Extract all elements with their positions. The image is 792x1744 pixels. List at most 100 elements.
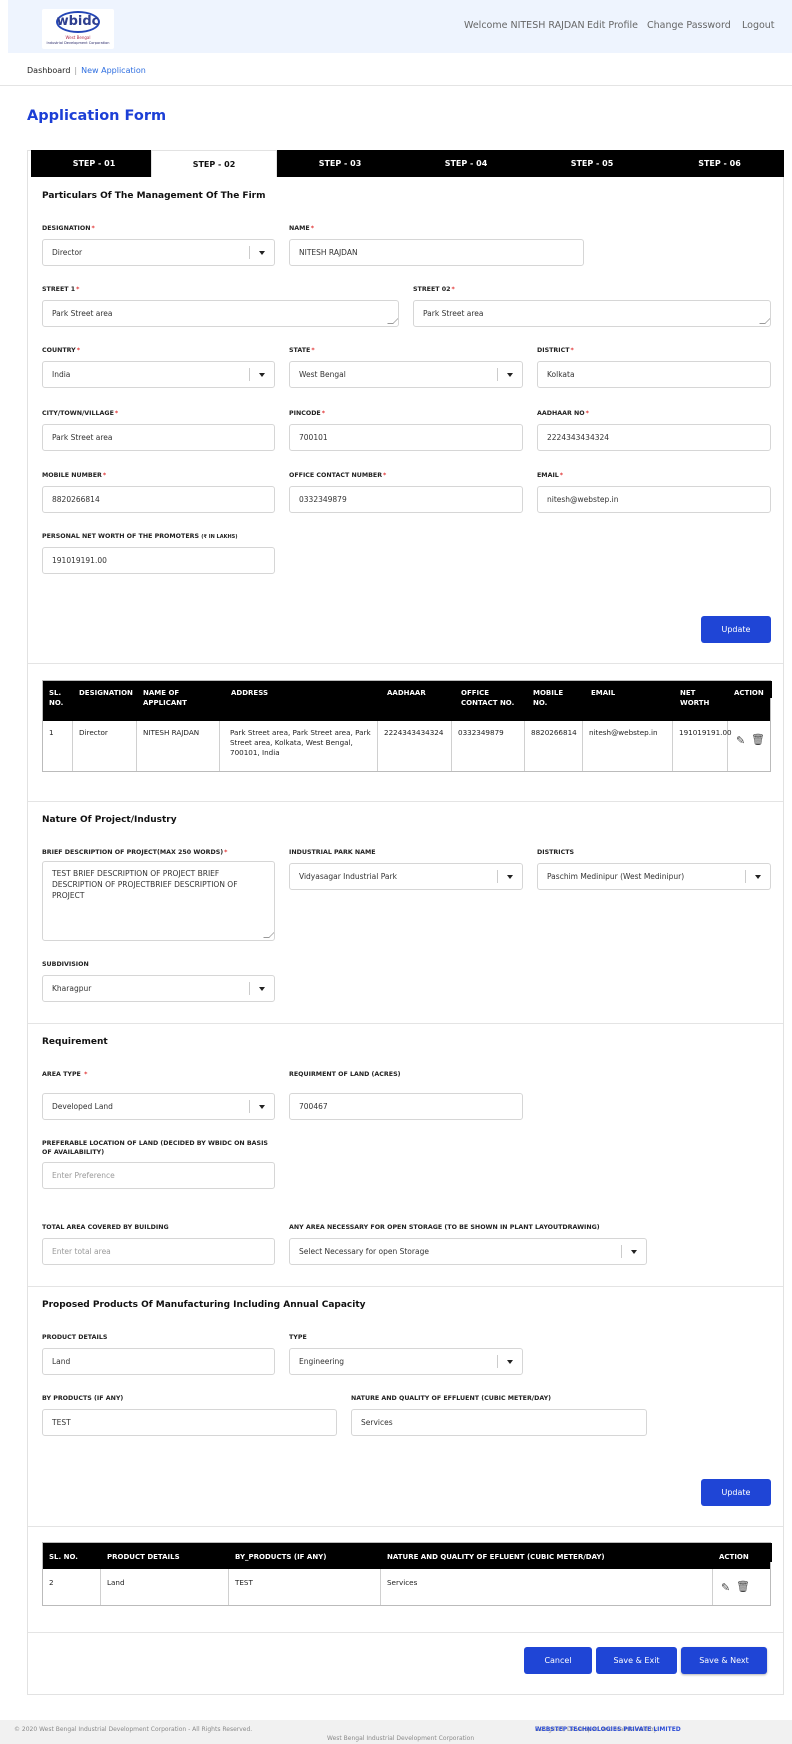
col-action: ACTION [728, 681, 772, 698]
top-header: wbidc West Bengal Industrial Development… [8, 0, 792, 53]
tab-step-01[interactable]: STEP - 01 [31, 150, 157, 177]
divider [28, 1526, 783, 1527]
logo-subtitle-2: Industrial Development Corporation [46, 41, 110, 45]
city-input[interactable]: Park Street area [42, 424, 275, 451]
type-label: TYPE [289, 1334, 307, 1341]
effluent-input[interactable]: Services [351, 1409, 647, 1436]
networth-input[interactable]: 191019191.00 [42, 547, 275, 574]
street1-label: STREET 1* [42, 286, 80, 293]
name-input[interactable]: NITESH RAJDAN [289, 239, 584, 266]
tab-step-04[interactable]: STEP - 04 [403, 150, 529, 177]
land-requirement-label: REQUIRMENT OF LAND (ACRES) [289, 1071, 401, 1078]
cell-product-details: Land [101, 1569, 229, 1605]
area-type-select[interactable]: Developed Land [42, 1093, 275, 1120]
divider [28, 1632, 783, 1633]
section-title-requirement: Requirement [42, 1037, 108, 1047]
preferable-location-label: PREFERABLE LOCATION OF LAND (DECIDED BY … [42, 1140, 268, 1156]
office-contact-input[interactable]: 0332349879 [289, 486, 523, 513]
col-sl-no: SL. NO. [43, 681, 73, 708]
cell-email: nitesh@webstep.in [583, 721, 673, 771]
col-action: ACTION [713, 1543, 772, 1562]
district-input[interactable]: Kolkata [537, 361, 771, 388]
wbidc-logo[interactable]: wbidc West Bengal Industrial Development… [42, 9, 114, 49]
state-select[interactable]: West Bengal [289, 361, 523, 388]
open-storage-select[interactable]: Select Necessary for open Storage [289, 1238, 647, 1265]
update-button[interactable]: Update [701, 1479, 771, 1506]
brief-description-label: BRIEF DESCRIPTION OF PROJECT(MAX 250 WOR… [42, 849, 228, 856]
product-details-input[interactable]: Land [42, 1348, 275, 1375]
tab-step-02[interactable]: STEP - 02 [151, 150, 277, 177]
street2-textarea[interactable]: Park Street area [413, 300, 771, 327]
chevron-down-icon [507, 373, 513, 377]
street1-textarea[interactable]: Park Street area [42, 300, 399, 327]
industrial-park-select[interactable]: Vidyasagar Industrial Park [289, 863, 523, 890]
mobile-input[interactable]: 8820266814 [42, 486, 275, 513]
brief-description-textarea[interactable]: TEST BRIEF DESCRIPTION OF PROJECT BRIEF … [42, 861, 275, 941]
country-select[interactable]: India [42, 361, 275, 388]
section-title-management: Particulars Of The Management Of The Fir… [42, 191, 266, 201]
total-area-input[interactable]: Enter total area [42, 1238, 275, 1265]
cell-net-worth: 191019191.00 [673, 721, 732, 771]
mobile-label: MOBILE NUMBER* [42, 472, 107, 479]
subdivision-select[interactable]: Kharagpur [42, 975, 275, 1002]
breadcrumb-current[interactable]: New Application [81, 66, 146, 75]
update-button[interactable]: Update [701, 616, 771, 643]
management-table: SL. NO. DESIGNATION NAME OF APPLICANT AD… [42, 680, 772, 772]
section-title-project: Nature Of Project/Industry [42, 815, 177, 825]
footer-center: West Bengal Industrial Development Corpo… [327, 1735, 475, 1742]
email-input[interactable]: nitesh@webstep.in [537, 486, 771, 513]
divider [28, 663, 783, 664]
divider [28, 1286, 783, 1287]
chevron-down-icon [259, 987, 265, 991]
state-label: STATE* [289, 347, 315, 354]
chevron-down-icon [259, 1105, 265, 1109]
land-requirement-input[interactable]: 700467 [289, 1093, 523, 1120]
save-exit-button[interactable]: Save & Exit [596, 1647, 677, 1674]
tab-step-05[interactable]: STEP - 05 [529, 150, 655, 177]
preferable-location-input[interactable]: Enter Preference [42, 1162, 275, 1189]
divider [28, 801, 783, 802]
industrial-park-label: INDUSTRIAL PARK NAME [289, 849, 376, 856]
designation-select[interactable]: Director [42, 239, 275, 266]
cell-designation: Director [73, 721, 137, 771]
col-effluent: NATURE AND QUALITY OF EFLUENT (CUBIC MET… [381, 1543, 713, 1562]
by-products-input[interactable]: TEST [42, 1409, 337, 1436]
col-product-details: PRODUCT DETAILS [101, 1543, 229, 1562]
change-password-link[interactable]: Change Password [647, 20, 731, 31]
street2-label: STREET 02* [413, 286, 455, 293]
districts-select[interactable]: Paschim Medinipur (West Medinipur) [537, 863, 771, 890]
cancel-button[interactable]: Cancel [524, 1647, 592, 1674]
welcome-text: Welcome NITESH RAJDAN [464, 20, 585, 31]
office-contact-label: OFFICE CONTACT NUMBER* [289, 472, 387, 479]
cell-address: Park Street area, Park Street area, Park… [220, 721, 378, 771]
breadcrumb: Dashboard | New Application [27, 66, 146, 75]
breadcrumb-separator: | [74, 66, 78, 75]
col-net-worth: NET WORTH [674, 681, 728, 708]
tab-step-06[interactable]: STEP - 06 [655, 150, 784, 177]
area-type-label: AREA TYPE * [42, 1071, 88, 1078]
footer-company-link[interactable]: WEBSTEP TECHNOLOGIES PRIVATE LIMITED [535, 1726, 681, 1733]
designation-label: DESIGNATION* [42, 225, 95, 232]
logout-link[interactable]: Logout [742, 20, 775, 31]
edit-icon[interactable]: ✎ [736, 734, 745, 747]
col-aadhaar: AADHAAR [381, 681, 451, 698]
save-next-button[interactable]: Save & Next [681, 1647, 767, 1674]
logo-subtitle: West Bengal [65, 35, 91, 40]
trash-icon[interactable]: 🗑 [736, 1580, 750, 1593]
edit-icon[interactable]: ✎ [721, 1581, 730, 1594]
aadhaar-input[interactable]: 2224343434324 [537, 424, 771, 451]
cell-effluent: Services [381, 1569, 713, 1605]
breadcrumb-dashboard[interactable]: Dashboard [27, 66, 70, 75]
divider [0, 85, 792, 86]
edit-profile-link[interactable]: Edit Profile [587, 20, 638, 31]
footer: © 2020 West Bengal Industrial Developmen… [0, 1720, 792, 1744]
cell-office-contact: 0332349879 [452, 721, 525, 771]
cell-aadhaar: 2224343434324 [378, 721, 452, 771]
table-row: 1 Director NITESH RAJDAN Park Street are… [43, 721, 770, 771]
chevron-down-icon [507, 875, 513, 879]
type-select[interactable]: Engineering [289, 1348, 523, 1375]
cell-by-products: TEST [229, 1569, 381, 1605]
trash-icon[interactable]: 🗑 [751, 733, 765, 746]
tab-step-03[interactable]: STEP - 03 [277, 150, 403, 177]
pincode-input[interactable]: 700101 [289, 424, 523, 451]
